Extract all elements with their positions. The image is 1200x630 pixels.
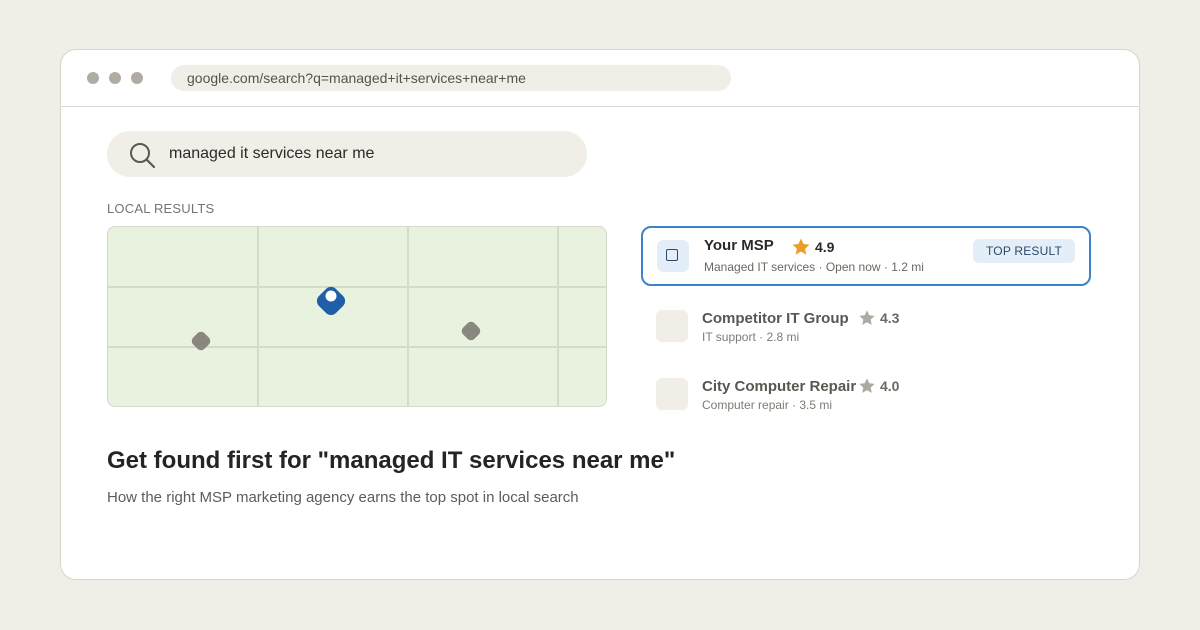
search-box[interactable]: managed it services near me	[107, 131, 587, 177]
secondary-pin-icon[interactable]	[458, 318, 484, 344]
star-icon	[859, 378, 875, 393]
result-card-competitor-it-group[interactable]: Competitor IT Group 4.3 IT support · 2.8…	[641, 298, 1091, 358]
business-name[interactable]: City Computer Repair	[702, 378, 856, 395]
square-icon	[666, 249, 678, 261]
rating-value: 4.9	[815, 239, 835, 255]
business-thumbnail	[656, 310, 688, 342]
business-details: IT support · 2.8 mi	[702, 330, 800, 344]
result-card-your-msp[interactable]: Your MSP 4.9 Managed IT services · Open …	[641, 226, 1091, 286]
browser-window: google.com/search?q=managed+it+services+…	[60, 49, 1140, 580]
business-thumbnail	[657, 240, 689, 272]
rating-value: 4.0	[880, 378, 900, 394]
business-details: Computer repair · 3.5 mi	[702, 398, 833, 412]
business-details: Managed IT services · Open now · 1.2 mi	[704, 260, 924, 274]
result-card-city-computer-repair[interactable]: City Computer Repair 4.0 Computer repair…	[641, 366, 1091, 426]
window-close-dot[interactable]	[87, 72, 99, 84]
search-input[interactable]: managed it services near me	[169, 131, 374, 177]
map-road	[407, 227, 409, 406]
star-icon	[859, 310, 875, 325]
map-road	[108, 286, 606, 288]
window-maximize-dot[interactable]	[131, 72, 143, 84]
top-result-badge: TOP RESULT	[972, 239, 1075, 263]
window-minimize-dot[interactable]	[109, 72, 121, 84]
map-road	[557, 227, 559, 406]
star-icon	[792, 238, 810, 255]
address-bar[interactable]: google.com/search?q=managed+it+services+…	[171, 65, 731, 91]
business-name[interactable]: Your MSP	[704, 237, 774, 254]
business-rating: 4.0	[858, 377, 899, 395]
map-road	[257, 227, 259, 406]
secondary-pin-icon[interactable]	[188, 328, 214, 354]
business-name[interactable]: Competitor IT Group	[702, 310, 849, 327]
local-results-label: LOCAL RESULTS	[107, 201, 215, 216]
local-map[interactable]	[107, 226, 607, 407]
business-rating: 4.3	[858, 309, 899, 327]
business-thumbnail	[656, 378, 688, 410]
search-icon	[129, 142, 157, 175]
rating-value: 4.3	[880, 310, 900, 326]
map-road	[108, 346, 606, 348]
browser-toolbar: google.com/search?q=managed+it+services+…	[61, 50, 1139, 107]
business-rating: 4.9	[791, 237, 834, 257]
page-headline: Get found first for "managed IT services…	[107, 447, 676, 474]
primary-pin-icon[interactable]	[314, 284, 348, 318]
page-subheadline: How the right MSP marketing agency earns…	[107, 489, 579, 506]
